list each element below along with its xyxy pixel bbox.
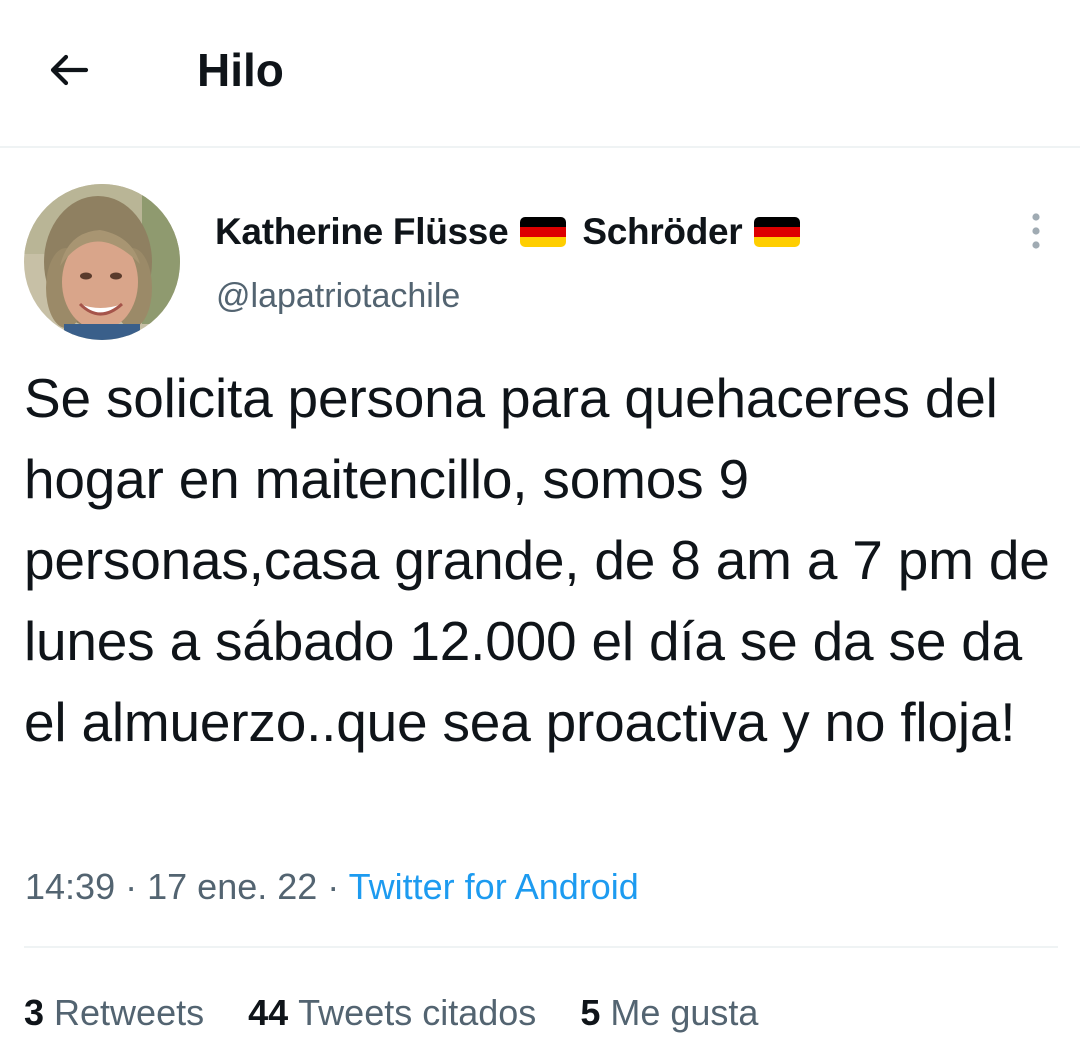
likes-label: Me gusta	[610, 992, 759, 1033]
vertical-ellipsis-icon	[1022, 213, 1050, 260]
display-name-surname: Schröder	[582, 211, 743, 252]
back-button[interactable]	[40, 44, 96, 100]
more-options-button[interactable]	[1022, 206, 1050, 256]
tweet-date[interactable]: 17 ene. 22	[147, 866, 317, 907]
likes-stat[interactable]: 5 Me gusta	[580, 988, 758, 1038]
tweet-author[interactable]: Katherine Flüsse Schröder	[215, 206, 801, 258]
user-handle[interactable]: @lapatriotachile	[216, 274, 460, 318]
retweets-label: Retweets	[54, 992, 205, 1033]
tweet-source-link[interactable]: Twitter for Android	[349, 866, 639, 907]
tweet-stats: 3 Retweets 44 Tweets citados 5 Me gusta	[24, 988, 792, 1038]
quote-tweets-stat[interactable]: 44 Tweets citados	[248, 988, 536, 1038]
arrow-left-icon	[44, 46, 92, 99]
retweets-count: 3	[24, 992, 45, 1033]
tweet-metadata: 14:39 · 17 ene. 22 · Twitter for Android	[25, 862, 639, 912]
tweet-time[interactable]: 14:39	[25, 866, 115, 907]
tweet-text: Se solicita persona para quehaceres del …	[24, 367, 1050, 753]
app-header: Hilo	[0, 0, 1080, 148]
meta-separator: ·	[327, 866, 340, 907]
page-title: Hilo	[197, 44, 284, 96]
quote-tweets-label: Tweets citados	[298, 992, 537, 1033]
germany-flag-icon	[754, 217, 801, 247]
display-name: Katherine Flüsse	[215, 211, 509, 252]
meta-separator: ·	[125, 866, 138, 907]
retweets-stat[interactable]: 3 Retweets	[24, 988, 204, 1038]
divider	[24, 946, 1058, 948]
germany-flag-icon	[520, 217, 567, 247]
likes-count: 5	[580, 992, 601, 1033]
quote-tweets-count: 44	[248, 992, 289, 1033]
avatar[interactable]	[24, 184, 180, 340]
